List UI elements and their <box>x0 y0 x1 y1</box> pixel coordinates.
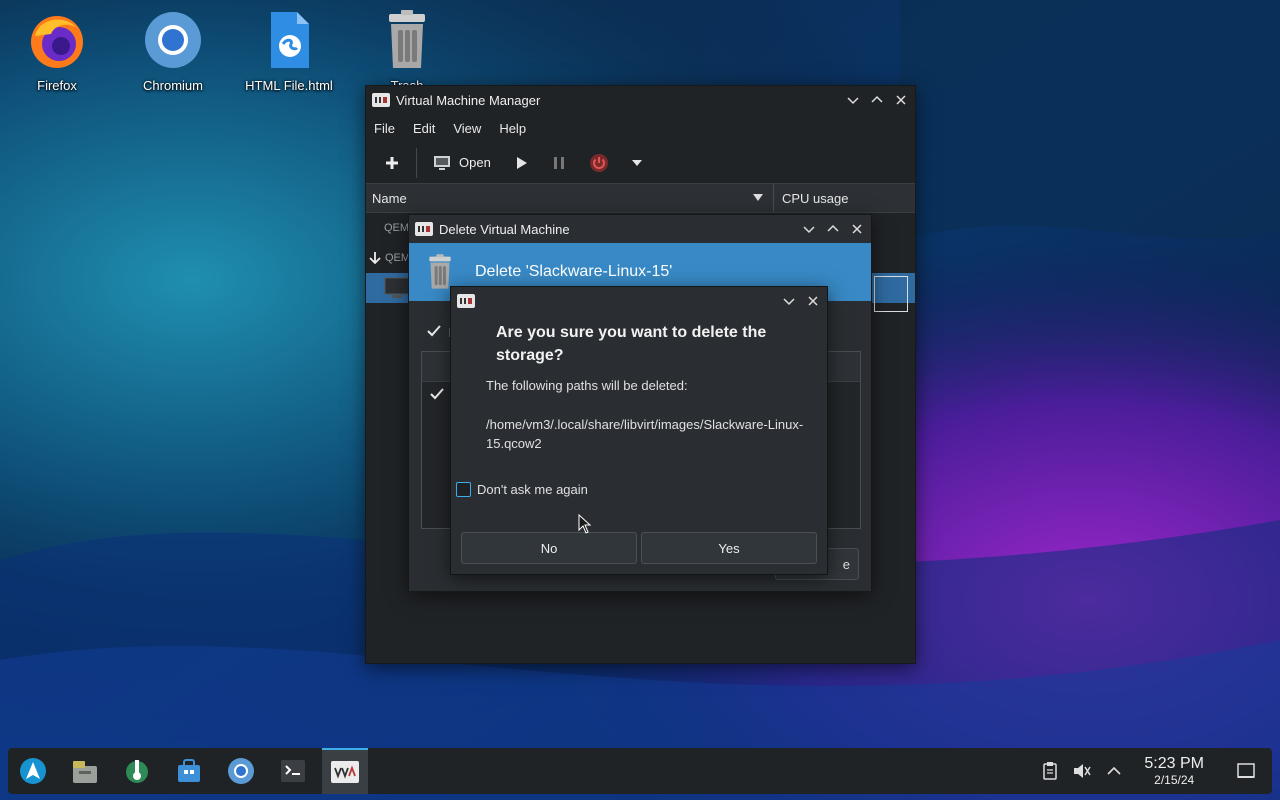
store-icon <box>178 759 200 782</box>
vmm-title: Virtual Machine Manager <box>396 92 541 108</box>
show-desktop-icon[interactable] <box>1236 761 1256 781</box>
clock-date: 2/15/24 <box>1154 773 1195 787</box>
confirm-titlebar[interactable] <box>451 287 827 315</box>
desktop-icon-label: Firefox <box>37 78 77 93</box>
taskbar-file-manager[interactable] <box>62 748 108 794</box>
new-vm-button[interactable] <box>378 148 406 178</box>
menu-view[interactable]: View <box>453 121 481 136</box>
vm-list-header: Name CPU usage <box>366 184 915 213</box>
mouse-cursor-icon <box>578 513 592 537</box>
confirm-dialog[interactable]: Are you sure you want to delete the stor… <box>450 286 828 575</box>
taskbar-chromium[interactable] <box>218 748 264 794</box>
column-name[interactable]: Name <box>366 184 774 212</box>
system-tray: 5:23 PM 2/15/24 <box>1034 748 1272 794</box>
delete-vm-heading: Delete 'Slackware-Linux-15' <box>475 263 673 280</box>
toolbar-separator <box>416 147 417 178</box>
vmm-app-icon <box>372 93 390 107</box>
vmm-menubar: File Edit View Help <box>366 114 915 142</box>
chevron-up-icon[interactable] <box>1104 761 1124 781</box>
minimize-icon[interactable] <box>801 221 817 237</box>
clock-time: 5:23 PM <box>1144 755 1204 772</box>
taskbar-settings[interactable] <box>114 748 160 794</box>
arrow-down-icon <box>369 252 381 265</box>
shutdown-button[interactable] <box>583 148 615 178</box>
arch-logo-icon <box>20 758 46 784</box>
file-manager-icon <box>73 761 97 783</box>
column-cpu-label: CPU usage <box>782 190 849 206</box>
maximize-icon[interactable] <box>825 221 841 237</box>
delete-vm-titlebar[interactable]: Delete Virtual Machine <box>409 215 871 243</box>
vm-cpu-graph <box>874 276 908 312</box>
vmm-toolbar: Open <box>366 142 915 184</box>
monitor-icon <box>434 155 450 170</box>
caret-down-icon <box>631 159 642 166</box>
open-label: Open <box>459 155 491 170</box>
checkmark-icon <box>430 388 444 400</box>
vm-monitor-icon <box>384 277 410 298</box>
close-icon[interactable] <box>893 92 909 108</box>
vmm-app-icon <box>331 761 359 783</box>
checkmark-icon <box>427 325 441 337</box>
settings-icon <box>126 760 148 783</box>
confirm-subtitle: The following paths will be deleted: <box>486 378 688 393</box>
no-button[interactable]: No <box>461 532 637 564</box>
vmm-app-icon <box>415 222 433 236</box>
terminal-icon <box>281 760 305 782</box>
plus-icon <box>386 156 398 169</box>
app-launcher-button[interactable] <box>10 748 56 794</box>
yes-button[interactable]: Yes <box>641 532 817 564</box>
html-file-icon <box>257 8 321 72</box>
clock[interactable]: 5:23 PM 2/15/24 <box>1144 755 1204 787</box>
chromium-icon <box>228 758 254 784</box>
dont-ask-row[interactable]: Don't ask me again <box>456 482 588 497</box>
desktop-icon-chromium[interactable]: Chromium <box>118 8 228 93</box>
menu-file[interactable]: File <box>374 121 395 136</box>
vmm-app-icon <box>457 294 475 308</box>
minimize-icon[interactable] <box>845 92 861 108</box>
desktop-icon-label: Chromium <box>143 78 203 93</box>
connection-label: QEM <box>384 222 410 234</box>
sort-down-icon <box>753 194 763 201</box>
storage-path: /home/vm3/.local/share/libvirt/images/Sl… <box>486 417 804 451</box>
connection-label: QEM <box>385 252 411 264</box>
minimize-icon[interactable] <box>781 293 797 309</box>
taskbar-vmm[interactable] <box>322 748 368 794</box>
trash-icon <box>375 8 439 72</box>
taskbar: 5:23 PM 2/15/24 <box>8 748 1272 794</box>
firefox-icon <box>25 8 89 72</box>
close-icon[interactable] <box>849 221 865 237</box>
pause-icon <box>553 156 564 169</box>
dont-ask-label: Don't ask me again <box>477 482 588 497</box>
maximize-icon[interactable] <box>869 92 885 108</box>
close-icon[interactable] <box>805 293 821 309</box>
clipboard-icon[interactable] <box>1040 761 1060 781</box>
run-button[interactable] <box>507 148 535 178</box>
desktop-icon-trash[interactable]: Trash <box>352 8 462 93</box>
volume-muted-icon[interactable] <box>1072 761 1092 781</box>
chromium-icon <box>141 8 205 72</box>
taskbar-terminal[interactable] <box>270 748 316 794</box>
desktop-icon-label: HTML File.html <box>245 78 333 93</box>
column-name-label: Name <box>372 190 407 206</box>
open-button[interactable]: Open <box>427 148 497 178</box>
dont-ask-checkbox[interactable] <box>456 482 471 497</box>
pause-button[interactable] <box>545 148 573 178</box>
desktop-icon-html-file[interactable]: HTML File.html <box>234 8 344 93</box>
desktop-icon-firefox[interactable]: Firefox <box>2 8 112 93</box>
vmm-titlebar[interactable]: Virtual Machine Manager <box>366 86 915 114</box>
play-icon <box>516 156 527 169</box>
power-icon <box>589 153 608 172</box>
column-cpu[interactable]: CPU usage <box>774 184 915 212</box>
shutdown-menu-button[interactable] <box>625 148 649 178</box>
confirm-question: Are you sure you want to delete the stor… <box>496 324 767 364</box>
menu-edit[interactable]: Edit <box>413 121 435 136</box>
menu-help[interactable]: Help <box>499 121 526 136</box>
delete-vm-title: Delete Virtual Machine <box>439 221 570 237</box>
taskbar-discover[interactable] <box>166 748 212 794</box>
